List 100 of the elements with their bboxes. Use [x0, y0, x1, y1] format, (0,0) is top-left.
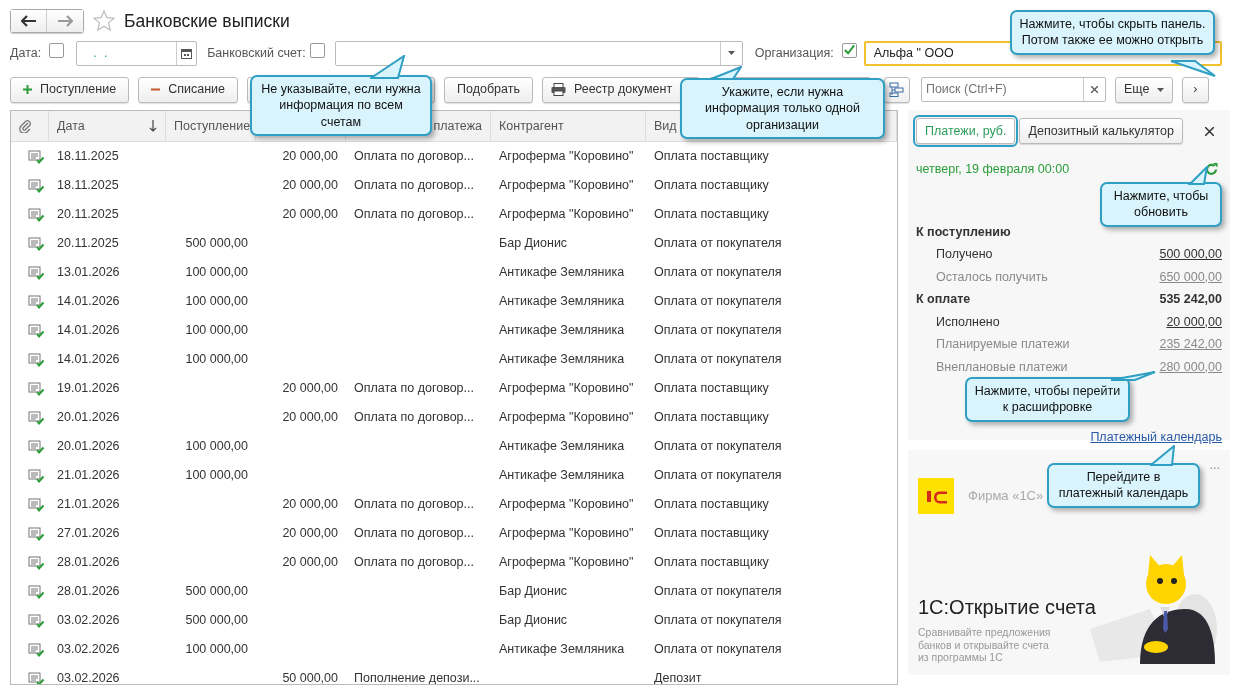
- table-cell-text: 03.02.2026: [56, 670, 121, 684]
- search-input[interactable]: Поиск (Ctrl+F): [921, 79, 1083, 100]
- table-cell: Депозит: [654, 671, 702, 684]
- table-cell-text: 28.01.2026: [56, 554, 121, 572]
- table-cell: Антикафе Земляника: [499, 294, 625, 309]
- table-cell: Оплата от покупателя: [654, 584, 782, 599]
- checkbox[interactable]: [49, 42, 65, 58]
- summary-label: Планируемые платежи: [936, 336, 1070, 354]
- amount-link[interactable]: 500 000,00: [1159, 245, 1222, 268]
- sort-arrow-icon[interactable]: [149, 120, 157, 132]
- close-icon[interactable]: [1205, 126, 1214, 136]
- table-cell-text: 14.01.2026: [56, 351, 121, 369]
- table-cell: Оплата от покупателя: [654, 613, 782, 628]
- table-cell: Оплата по договор...: [354, 497, 474, 512]
- search-field[interactable]: Поиск (Ctrl+F): [920, 77, 1106, 102]
- table-cell: Пополнение депози...: [354, 671, 480, 684]
- table-cell: Агроферма "Коровино": [499, 178, 634, 193]
- table-cell: Оплата поставщику: [654, 410, 769, 425]
- table-cell: Оплата поставщику: [654, 497, 769, 512]
- table-cell: 500 000,00: [185, 236, 248, 251]
- menu-icon[interactable]: ...: [1209, 456, 1220, 475]
- attachment-icon[interactable]: [19, 119, 31, 133]
- calendar-link[interactable]: Платежный календарь: [1090, 430, 1222, 445]
- table-cell: Оплата по договор...: [354, 207, 474, 222]
- table-cell: Оплата поставщику: [654, 555, 769, 570]
- add-button[interactable]: Поступление: [10, 76, 130, 103]
- table-cell: 20 000,00: [282, 381, 338, 396]
- table-cell-text: 20.11.2025: [56, 235, 120, 253]
- table-cell-text: 27.01.2026: [56, 525, 121, 543]
- table-cell-text: 21.01.2026: [56, 496, 121, 514]
- callout-pointer: [1150, 445, 1175, 466]
- ad-title: 1С:Открытие счета: [918, 595, 1097, 620]
- account-dropdown[interactable]: [334, 40, 743, 66]
- table-cell: Антикафе Земляника: [499, 468, 625, 483]
- table-cell-text: 14.01.2026: [56, 293, 121, 311]
- table-cell: Оплата от покупателя: [654, 468, 782, 483]
- table-cell: 50 000,00: [282, 671, 338, 684]
- star-icon[interactable]: [92, 9, 116, 33]
- structure-button[interactable]: [883, 76, 910, 103]
- date-field[interactable]: . .: [76, 40, 198, 66]
- callout-pointer: [1170, 60, 1216, 77]
- table-cell: Оплата по договор...: [354, 410, 474, 425]
- table-cell: Агроферма "Коровино": [499, 555, 634, 570]
- table-cell: 500 000,00: [185, 584, 248, 599]
- brand-name: Фирма «1С»: [968, 487, 1044, 506]
- panel-tab[interactable]: Депозитный калькулятор: [1019, 118, 1183, 144]
- checkbox[interactable]: [309, 42, 325, 58]
- table-cell-text: 03.02.2026: [56, 612, 121, 630]
- table-cell: 100 000,00: [185, 439, 248, 454]
- table-cell-text: 20.01.2026: [56, 438, 121, 456]
- table-cell: Оплата поставщику: [654, 149, 769, 164]
- tooltip: Нажмите, чтобы обновить: [1100, 182, 1222, 227]
- panel-toggle-button[interactable]: ›: [1182, 76, 1209, 103]
- tooltip: Нажмите, чтобы скрыть панель. Потом также ее можно открыть: [1010, 10, 1215, 55]
- table-cell-text: 28.01.2026: [56, 583, 121, 601]
- summary-label: Получено: [936, 246, 993, 264]
- checkbox[interactable]: [841, 42, 857, 58]
- table-cell: 20 000,00: [282, 497, 338, 512]
- summary-label: К поступлению: [916, 223, 1011, 241]
- table-cell: Оплата поставщику: [654, 381, 769, 396]
- amount-link[interactable]: 20 000,00: [1166, 312, 1222, 336]
- table-cell: 20 000,00: [282, 207, 338, 222]
- table-cell: 20 000,00: [282, 178, 338, 193]
- table-cell: Оплата по договор...: [354, 555, 474, 570]
- caret-icon: [1157, 87, 1165, 92]
- field-label: Банковский счет:: [207, 44, 306, 62]
- select-button[interactable]: Подобрать: [444, 76, 533, 103]
- callout-pointer: [1110, 371, 1156, 381]
- table-cell: Оплата по договор...: [354, 178, 474, 193]
- table-cell: Антикафе Земляника: [499, 323, 625, 338]
- table-cell: Оплата от покупателя: [654, 642, 782, 657]
- callout-pointer: [370, 55, 406, 79]
- table-cell-text: 21.01.2026: [56, 467, 121, 485]
- table-cell: Антикафе Земляника: [499, 352, 625, 367]
- table-cell: 100 000,00: [185, 323, 248, 338]
- remove-button[interactable]: Списание: [138, 76, 238, 103]
- callout-pointer: [1188, 166, 1208, 185]
- table-cell: Антикафе Земляника: [499, 642, 625, 657]
- column-header[interactable]: Дата: [49, 111, 166, 141]
- summary-label: Исполнено: [936, 313, 1000, 331]
- table-cell-text: 19.01.2026: [56, 380, 121, 398]
- callout-pointer: [710, 66, 742, 80]
- table-cell: Оплата от покупателя: [654, 323, 782, 338]
- table-cell: 100 000,00: [185, 352, 248, 367]
- more-button[interactable]: Еще: [1114, 76, 1174, 103]
- column-header[interactable]: Контрагент: [491, 111, 646, 141]
- plus-icon: [23, 85, 32, 94]
- panel-tab[interactable]: Платежи, руб.: [916, 118, 1016, 144]
- table-cell: 20 000,00: [282, 555, 338, 570]
- table-cell: 20 000,00: [282, 410, 338, 425]
- table-cell: Агроферма "Коровино": [499, 526, 634, 541]
- print-button[interactable]: Реестр документ: [541, 76, 700, 103]
- refresh-icon[interactable]: [1205, 162, 1218, 176]
- table-cell: Агроферма "Коровино": [499, 497, 634, 512]
- field-label: Дата:: [10, 44, 42, 62]
- summary-label: Осталось получить: [936, 268, 1048, 286]
- table-cell: Агроферма "Коровино": [499, 149, 634, 164]
- printer-icon: [550, 83, 566, 96]
- table-cell: 100 000,00: [185, 294, 248, 309]
- table-cell-text: 20.11.2025: [56, 206, 120, 224]
